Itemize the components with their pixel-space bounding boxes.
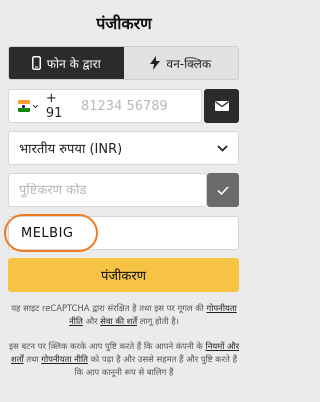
tab-by-phone-label: फोन के द्वारा [46, 56, 101, 71]
registration-method-tabs: फोन के द्वारा वन-क्लिक [8, 46, 239, 80]
currency-select[interactable]: भारतीय रुपया (INR) [8, 131, 239, 165]
confirm-code-button[interactable] [207, 173, 239, 207]
india-flag-icon[interactable] [18, 100, 30, 112]
email-register-button[interactable] [204, 89, 239, 123]
checkmark-icon [217, 185, 229, 195]
phone-input[interactable] [80, 98, 201, 114]
recaptcha-note: यह साइट reCAPTCHA द्वारा संरक्षित है तथा… [11, 303, 237, 326]
page-title: पंजीकरण [96, 14, 152, 33]
confirmation-code-field [8, 173, 207, 207]
envelope-icon [214, 101, 229, 111]
terms-of-service-link[interactable]: सेवा की शर्तें [100, 316, 137, 326]
promo-code-field[interactable]: MELBIG [8, 216, 239, 250]
tab-one-click-label: वन-क्लिक [166, 56, 212, 71]
promo-code-value: MELBIG [21, 225, 74, 241]
confirmation-code-input[interactable] [19, 182, 199, 198]
currency-selected-value: भारतीय रुपया (INR) [19, 142, 123, 157]
consent-note: इस बटन पर क्लिक करके आप पुष्टि करते हैं … [8, 341, 240, 377]
register-button[interactable]: पंजीकरण [8, 258, 239, 292]
chevron-down-icon[interactable] [32, 104, 38, 109]
company-privacy-policy-link[interactable]: गोपनीयता नीति [41, 354, 88, 364]
chevron-down-icon [217, 144, 228, 152]
tab-by-phone[interactable]: फोन के द्वारा [9, 47, 124, 79]
mobile-phone-icon [31, 56, 41, 70]
phone-field: + 91 [8, 89, 202, 123]
lightning-icon [150, 56, 161, 70]
tab-one-click[interactable]: वन-क्लिक [123, 47, 238, 79]
country-code: + 91 [45, 91, 63, 121]
